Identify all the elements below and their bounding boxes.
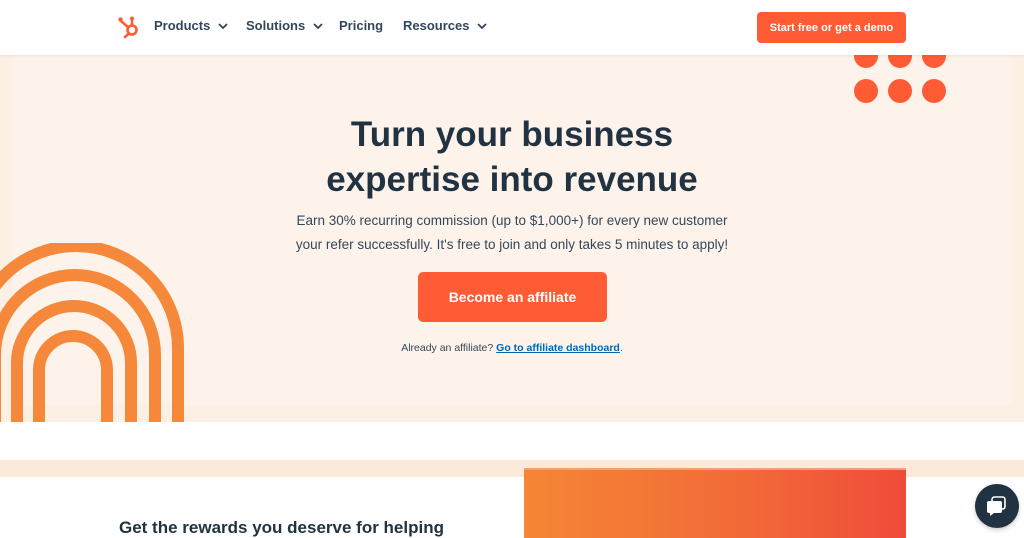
- chevron-down-icon: [218, 22, 228, 29]
- link-suffix: .: [619, 342, 623, 354]
- nav-products-label: Products: [154, 18, 211, 33]
- subtext-line-2: your refer successfully. It's free to jo…: [295, 237, 729, 252]
- start-free-demo-button[interactable]: Start free or get a demo: [757, 12, 906, 43]
- nav-products[interactable]: Products: [154, 18, 229, 33]
- arch-4: [33, 330, 113, 422]
- dot: [854, 79, 878, 103]
- affiliate-dashboard-link[interactable]: Go to affiliate dashboard: [496, 342, 620, 354]
- dot: [922, 79, 946, 103]
- headline-line-1: Turn your business: [350, 115, 674, 154]
- nav-solutions[interactable]: Solutions: [246, 18, 324, 33]
- nav-resources-label: Resources: [403, 18, 470, 33]
- nav-pricing-label: Pricing: [339, 18, 384, 33]
- hubspot-logo-icon[interactable]: [117, 14, 143, 40]
- nav-resources[interactable]: Resources: [403, 18, 488, 33]
- dot: [888, 79, 912, 103]
- subtext-line-1: Earn 30% recurring commission (up to $1,…: [296, 213, 728, 228]
- nav-pricing[interactable]: Pricing: [339, 18, 383, 33]
- top-navbar: Products Solutions Pricing Resources Sta…: [0, 0, 1024, 55]
- already-affiliate-text: Already an affiliate? Go to affiliate da…: [262, 342, 762, 354]
- chat-bubble-icon: [987, 496, 1006, 516]
- chat-widget-button[interactable]: [975, 484, 1019, 528]
- orange-gradient-card: [524, 468, 906, 538]
- chevron-down-icon: [313, 22, 323, 29]
- hero-headline: Turn your business expertise into revenu…: [262, 112, 762, 202]
- headline-line-2: expertise into revenue: [326, 160, 698, 199]
- become-affiliate-button[interactable]: Become an affiliate: [418, 272, 607, 322]
- chevron-down-icon: [477, 22, 488, 29]
- nav-solutions-label: Solutions: [246, 18, 306, 33]
- hero-subtext: Earn 30% recurring commission (up to $1,…: [262, 209, 762, 257]
- rewards-heading: Get the rewards you deserve for helping: [119, 518, 444, 537]
- arches-decoration: [0, 243, 184, 422]
- already-affiliate-label: Already an affiliate?: [401, 342, 494, 354]
